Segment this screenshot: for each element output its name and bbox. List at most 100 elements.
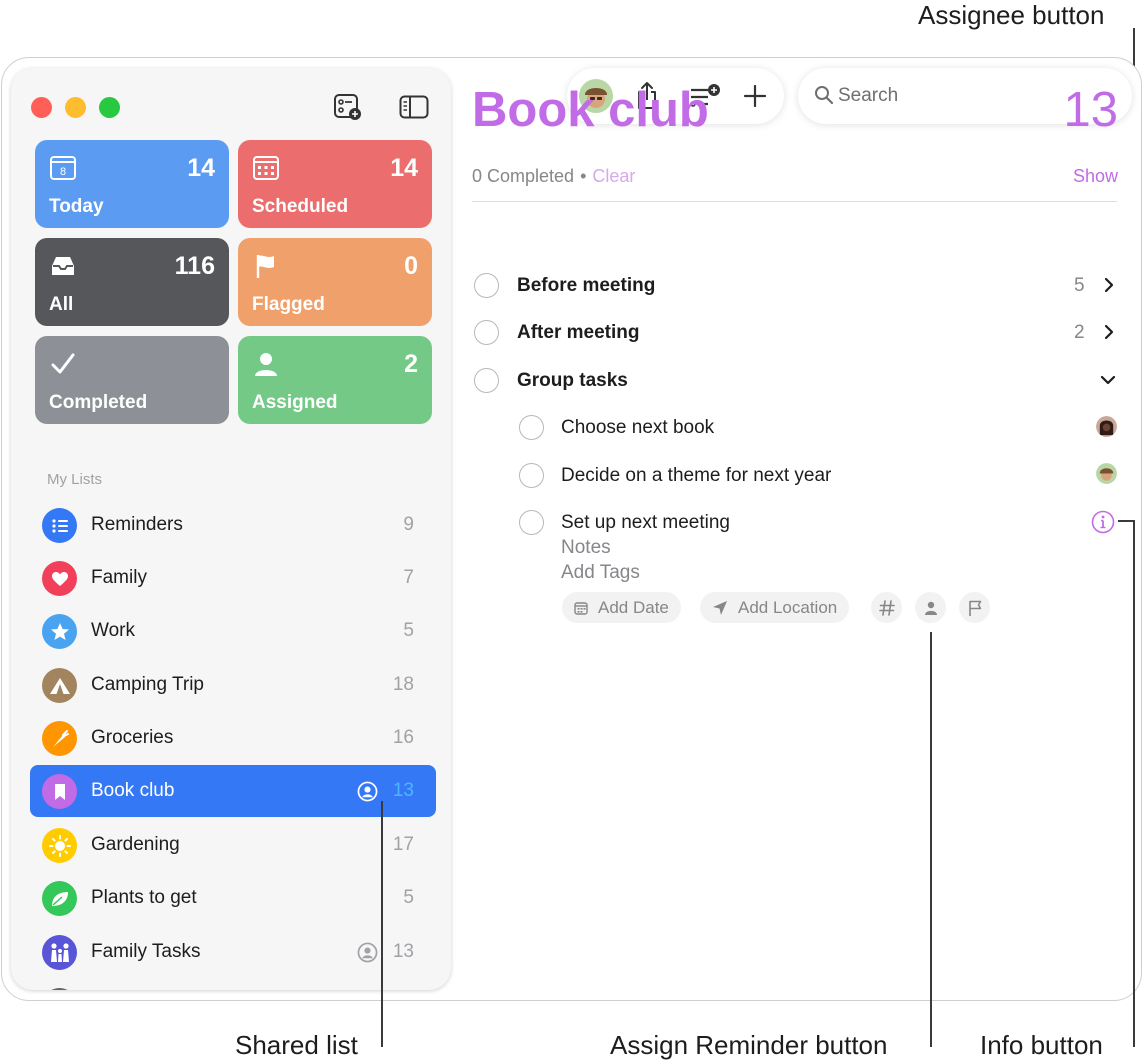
show-completed-button[interactable]: Show [1073,166,1118,187]
tent-icon [42,668,77,703]
list-count: 7 [403,567,414,588]
sidebar-item-camping-trip[interactable]: Camping Trip 18 [30,659,436,711]
list-title: Book club [472,83,709,137]
task-checkbox[interactable] [519,510,544,535]
sidebar: 8 14 Today 14 Scheduled 116 All 0 Flagge… [11,68,451,990]
list-count: 18 [392,674,414,695]
task-title: Choose next book [561,417,715,438]
smart-list-count: 116 [174,252,215,280]
shared-person-icon [357,781,378,802]
list-icon [42,988,77,990]
task-checkbox[interactable] [519,415,544,440]
sidebar-item-reminders[interactable]: Reminders 9 [30,499,436,551]
list-name: Camping Trip [91,674,204,695]
list-count: 13 [392,780,414,801]
divider [472,201,1117,202]
chevron-right-icon[interactable] [1101,324,1117,340]
list-bullet-icon [42,508,77,543]
smart-list-label: Completed [49,392,148,413]
smart-list-label: All [49,294,74,315]
search-icon [815,86,834,105]
smart-list-assigned[interactable]: 2 Assigned [238,336,432,424]
sidebar-item-work[interactable]: Work 5 [30,605,436,657]
task-row-after-meeting[interactable]: After meeting [474,320,1119,350]
smart-list-flagged[interactable]: 0 Flagged [238,238,432,326]
sidebar-item-gardening[interactable]: Gardening 17 [30,819,436,871]
chevron-down-icon[interactable] [1100,372,1116,388]
smart-list-today[interactable]: 8 14 Today [35,140,229,228]
hashtag-icon [878,599,895,616]
sidebar-item-book-club[interactable]: Book club 13 [30,765,436,817]
task-checkbox[interactable] [474,368,499,393]
subtask-row-choose-next-book[interactable]: Choose next book [519,415,1079,445]
smart-list-all[interactable]: 116 All [35,238,229,326]
list-name: Family Tasks [91,941,201,962]
close-window-button[interactable] [31,97,52,118]
sidebar-item-groceries[interactable]: Groceries 16 [30,712,436,764]
list-count: 16 [392,727,414,748]
callout-info-button: Info button [980,1030,1103,1060]
task-title: After meeting [517,322,640,343]
family-icon [42,935,77,970]
task-title: Group tasks [517,370,628,391]
notes-field[interactable]: Notes [561,537,611,559]
calendar-grid-icon [253,156,279,180]
task-title: Set up next meeting [561,512,730,533]
task-checkbox[interactable] [474,320,499,345]
task-checkbox[interactable] [474,273,499,298]
list-count: 5 [403,887,414,908]
task-checkbox[interactable] [519,463,544,488]
subtask-row-decide-theme[interactable]: Decide on a theme for next year [519,463,1079,493]
minimize-window-button[interactable] [65,97,86,118]
checkmark-icon [51,353,75,374]
info-icon[interactable] [1091,510,1115,534]
add-location-button[interactable]: Add Location [700,592,850,623]
calendar-icon [574,601,588,615]
callout-shared-list: Shared list [235,1030,358,1060]
zoom-window-button[interactable] [99,97,120,118]
sidebar-item-partial[interactable] [30,979,436,990]
smart-list-completed[interactable]: Completed [35,336,229,424]
sidebar-item-plants-to-get[interactable]: Plants to get 5 [30,872,436,924]
carrot-icon [42,721,77,756]
leaf-icon [42,881,77,916]
add-reminder-button[interactable] [735,76,775,116]
completed-count-text: 0 Completed [472,166,575,186]
sidebar-item-family[interactable]: Family 7 [30,552,436,604]
clear-completed-button[interactable]: Clear [592,166,635,186]
sidebar-toggle-icon [399,95,429,119]
add-tag-button[interactable] [871,592,902,623]
list-count: 17 [392,834,414,855]
subtask-row-set-up-next-meeting[interactable]: Set up next meeting [519,510,1079,540]
my-lists-heading: My Lists [47,471,103,488]
smart-list-count: 2 [404,350,418,378]
completed-summary: 0 Completed • Clear [472,166,635,187]
subtask-count: 2 [1074,322,1085,343]
smart-list-count: 14 [390,154,418,182]
sun-icon [42,828,77,863]
new-list-button[interactable] [331,90,365,124]
svg-text:8: 8 [60,166,66,178]
callout-assign-reminder-button: Assign Reminder button [610,1030,888,1060]
assign-reminder-button[interactable] [915,592,946,623]
assignee-avatar-button[interactable] [1096,416,1117,437]
list-count: 5 [403,620,414,641]
task-row-group-tasks[interactable]: Group tasks [474,368,1119,398]
sidebar-item-family-tasks[interactable]: Family Tasks 13 [30,926,436,978]
location-arrow-icon [713,600,727,615]
sidebar-toggle-button[interactable] [397,90,431,124]
chevron-right-icon[interactable] [1101,277,1117,293]
smart-list-scheduled[interactable]: 14 Scheduled [238,140,432,228]
flag-reminder-button[interactable] [959,592,990,623]
task-title: Before meeting [517,275,656,296]
add-location-label: Add Location [738,597,838,617]
flag-icon [968,600,981,616]
assignee-avatar-button[interactable] [1096,463,1117,484]
list-name: Book club [91,780,175,801]
callout-assignee-button: Assignee button [918,0,1105,30]
add-tags-field[interactable]: Add Tags [561,562,640,584]
task-title: Decide on a theme for next year [561,465,832,486]
add-date-button[interactable]: Add Date [562,592,681,623]
plus-icon [743,84,767,108]
task-row-before-meeting[interactable]: Before meeting [474,273,1119,303]
